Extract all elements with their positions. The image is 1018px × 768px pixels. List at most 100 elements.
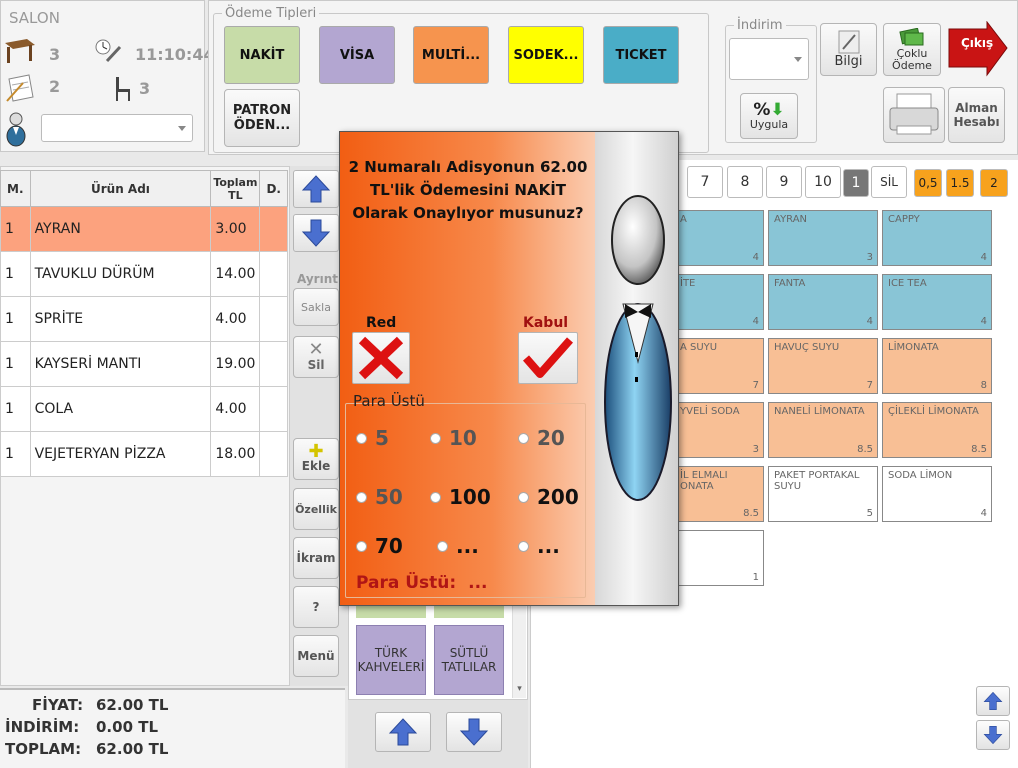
change-option-label: 20 [537, 426, 565, 450]
products-up-button[interactable] [976, 686, 1010, 716]
category-up-button[interactable] [375, 712, 431, 752]
table-row[interactable]: 1 AYRAN 3.00 [0, 206, 288, 252]
row-d [259, 251, 288, 297]
product-tile[interactable]: ÇİLEKLİ LİMONATA 8.5 [882, 402, 992, 458]
amount-key-one-half[interactable]: 1.5 [946, 169, 974, 197]
treat-button[interactable]: İkram [293, 537, 339, 579]
product-price: 8.5 [857, 444, 873, 455]
change-result-label: Para Üstü: [356, 573, 457, 593]
arrow-up-icon [983, 691, 1003, 710]
receive-account-button[interactable]: Alman Hesabı [948, 87, 1005, 143]
menu-button[interactable]: Menü [293, 635, 339, 677]
radio-icon [430, 491, 441, 503]
product-name: HAVUÇ SUYU [774, 342, 840, 353]
arrow-up-icon [301, 175, 331, 203]
apply-label: Uygula [749, 117, 789, 131]
change-group-title: Para Üstü [353, 392, 425, 410]
change-option-200[interactable]: 200 [518, 485, 579, 509]
change-option-70[interactable]: 70 [356, 534, 403, 558]
table-row[interactable]: 1 SPRİTE 4.00 [0, 296, 288, 342]
product-tile[interactable]: AYRAN 3 [768, 210, 878, 266]
number-key-9[interactable]: 9 [766, 166, 802, 198]
col-name-header: Ürün Adı [29, 170, 212, 207]
table-row[interactable]: 1 VEJETERYAN PİZZA 18.00 [0, 431, 288, 477]
apply-discount-button[interactable]: %⬇ Uygula [740, 93, 798, 139]
amount-key-two[interactable]: 2 [980, 169, 1008, 197]
confirm-message: 2 Numaralı Adisyonun 62.00 TL'lik Ödemes… [348, 158, 588, 222]
change-option-20[interactable]: 20 [518, 426, 565, 450]
product-tile[interactable]: CAPPY 4 [882, 210, 992, 266]
waiter-panel [595, 132, 678, 605]
products-down-button[interactable] [976, 720, 1010, 750]
multi-pay-button[interactable]: Çoklu Ödeme [883, 23, 941, 76]
table-row[interactable]: 1 KAYSERİ MANTI 19.00 [0, 341, 288, 387]
clock-time: 11:10:44 [135, 45, 215, 64]
product-tile[interactable]: HAVUÇ SUYU 7 [768, 338, 878, 394]
change-option-custom-1[interactable]: ... [437, 534, 479, 558]
pay-cash-button[interactable]: NAKİT [224, 26, 300, 84]
amount-key-half[interactable]: 0,5 [914, 169, 942, 197]
change-option-custom-2[interactable]: ... [518, 534, 560, 558]
product-tile[interactable]: ICE TEA 4 [882, 274, 992, 330]
row-d [259, 386, 288, 432]
table-row[interactable]: 1 COLA 4.00 [0, 386, 288, 432]
category-turkish-coffee[interactable]: TÜRK KAHVELERİ [356, 625, 426, 695]
number-key-1[interactable]: 1 [843, 169, 869, 197]
number-key-8[interactable]: 8 [727, 166, 763, 198]
change-option-10[interactable]: 10 [430, 426, 477, 450]
row-qty: 1 [0, 206, 31, 252]
change-option-5[interactable]: 5 [356, 426, 389, 450]
pay-multi-button[interactable]: MULTİ... [413, 26, 489, 84]
product-price: 4 [866, 316, 873, 327]
product-tile[interactable]: FANTA 4 [768, 274, 878, 330]
totals-panel: FİYAT: 62.00 TL İNDİRİM: 0.00 TL TOPLAM:… [0, 688, 345, 768]
category-scrollbar[interactable]: ▾ [512, 600, 526, 698]
money-icon [899, 27, 924, 45]
table-row[interactable]: 1 TAVUKLU DÜRÜM 14.00 [0, 251, 288, 297]
exit-button[interactable]: Çıkış [947, 21, 1009, 77]
category-down-button[interactable] [446, 712, 502, 752]
delete-button[interactable]: ✕ Sil [293, 336, 339, 378]
chair-icon [116, 77, 130, 101]
change-option-50[interactable]: 50 [356, 485, 403, 509]
waiter-small-icon [6, 112, 26, 147]
pay-sodexo-button[interactable]: SODEK... [508, 26, 584, 84]
number-key-7[interactable]: 7 [687, 166, 723, 198]
waiter-select[interactable] [41, 114, 193, 142]
product-tile[interactable]: LİMONATA 8 [882, 338, 992, 394]
scroll-up-button[interactable] [293, 170, 339, 208]
discount-label: İNDİRİM: [5, 718, 80, 736]
product-tile[interactable]: SODA LİMON 4 [882, 466, 992, 522]
pay-ticket-button[interactable]: TICKET [603, 26, 679, 84]
pay-visa-button[interactable]: VİSA [319, 26, 395, 84]
plus-icon: ✚ [308, 441, 324, 462]
discount-select[interactable] [729, 38, 809, 80]
question-button[interactable]: ? [293, 586, 339, 628]
salon-title: SALON [9, 9, 60, 27]
pay-patron-button[interactable]: PATRON ÖDEN... [224, 89, 300, 147]
discount-value: 0.00 TL [96, 718, 159, 736]
change-option-100[interactable]: 100 [430, 485, 491, 509]
category-milk-desserts[interactable]: SÜTLÜ TATLILAR [434, 625, 504, 695]
product-tile[interactable]: PAKET PORTAKAL SUYU 5 [768, 466, 878, 522]
keep-button[interactable]: Sakla [293, 288, 339, 326]
change-option-label: 10 [449, 426, 477, 450]
product-name: SODA LİMON [888, 470, 953, 481]
reject-label: Red [366, 315, 397, 331]
info-button[interactable]: Bilgi [820, 23, 877, 76]
radio-icon [430, 432, 441, 444]
number-key-10[interactable]: 10 [805, 166, 841, 198]
feature-button[interactable]: Özellik [293, 488, 339, 530]
receipt-button[interactable] [883, 87, 945, 143]
product-name: NANELİ LİMONATA [774, 406, 865, 417]
printer-icon [889, 93, 939, 135]
product-price: 8 [980, 380, 987, 391]
number-key-delete[interactable]: SİL [871, 166, 907, 198]
product-price: 4 [752, 316, 759, 327]
scroll-down-button[interactable] [293, 214, 339, 252]
product-name: LİMONATA [888, 342, 939, 353]
reject-button[interactable] [352, 332, 410, 384]
add-button[interactable]: ✚ Ekle [293, 438, 339, 480]
product-tile[interactable]: NANELİ LİMONATA 8.5 [768, 402, 878, 458]
accept-button[interactable] [518, 332, 578, 384]
